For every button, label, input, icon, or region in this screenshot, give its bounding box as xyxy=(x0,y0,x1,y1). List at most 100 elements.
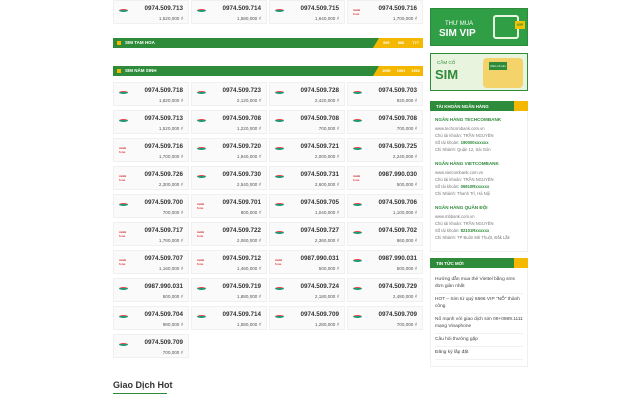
tab-1990[interactable]: 1990 xyxy=(382,69,390,73)
sim-card[interactable]: 0974.509.715 1,640,000 ₫ xyxy=(269,0,345,24)
sim-number[interactable]: 0974.509.708 xyxy=(300,115,339,122)
sim-card[interactable]: mobi fone 0974.509.707 1,160,000 ₫ xyxy=(113,250,189,274)
sim-card[interactable]: 0974.509.705 1,040,000 ₫ xyxy=(269,194,345,218)
sim-number[interactable]: 0974.509.724 xyxy=(300,283,339,290)
sim-card[interactable]: 0974.509.724 2,180,000 ₫ xyxy=(269,278,345,302)
sim-number[interactable]: 0974.509.726 xyxy=(144,171,183,178)
sim-number[interactable]: 0974.509.722 xyxy=(222,227,261,234)
sim-card[interactable]: 0974.509.703 920,000 ₫ xyxy=(347,82,423,106)
sim-card[interactable]: 0974.509.725 2,240,000 ₫ xyxy=(347,138,423,162)
sim-number[interactable]: 0974.509.709 xyxy=(300,311,339,318)
bank-website[interactable]: www.techcombank.com.vn xyxy=(435,125,523,132)
sim-card[interactable]: 0974.509.729 2,480,000 ₫ xyxy=(347,278,423,302)
sim-number[interactable]: 0974.509.714 xyxy=(222,5,261,12)
sim-card[interactable]: 0974.509.713 1,520,000 ₫ xyxy=(113,110,189,134)
sim-card[interactable]: 0974.509.709 700,000 ₫ xyxy=(113,334,189,358)
sim-number[interactable]: 0974.509.727 xyxy=(300,227,339,234)
sim-card[interactable]: mobi fone 0974.509.716 1,700,000 ₫ xyxy=(347,0,423,24)
sim-number[interactable]: 0974.509.716 xyxy=(378,5,417,12)
sim-number[interactable]: 0974.509.709 xyxy=(378,311,417,318)
news-item-link[interactable]: Câu hỏi thường gặp xyxy=(435,334,523,347)
sim-number[interactable]: 0974.509.708 xyxy=(222,115,261,122)
news-item-link[interactable]: Nổ mạnh với giao dịch sim 09+0989.1111 m… xyxy=(435,314,523,334)
sim-card[interactable]: 0974.509.708 700,000 ₫ xyxy=(269,110,345,134)
tab-1992[interactable]: 1992 xyxy=(411,69,419,73)
sim-card[interactable]: 0974.509.731 2,600,000 ₫ xyxy=(269,166,345,190)
sim-number[interactable]: 0974.509.715 xyxy=(300,5,339,12)
sim-card[interactable]: 0974.509.704 980,000 ₫ xyxy=(113,306,189,330)
sim-card[interactable]: mobi fone 0987.990.031 500,000 ₫ xyxy=(269,250,345,274)
sim-number[interactable]: 0974.509.716 xyxy=(144,143,183,150)
sim-number[interactable]: 0974.509.713 xyxy=(144,115,183,122)
tab-1991[interactable]: 1991 xyxy=(397,69,405,73)
sim-number[interactable]: 0974.509.719 xyxy=(222,283,261,290)
news-item-link[interactable]: Hướng dẫn mua thẻ Viettel bằng sms đơn g… xyxy=(435,274,523,294)
tab-999[interactable]: 999 xyxy=(383,41,389,45)
sim-number[interactable]: 0987.990.031 xyxy=(300,255,339,262)
sim-number[interactable]: 0987.990.031 xyxy=(378,255,417,262)
sim-number[interactable]: 0974.509.708 xyxy=(378,115,417,122)
sim-card[interactable]: 0974.509.708 1,220,000 ₫ xyxy=(191,110,267,134)
sim-number[interactable]: 0974.509.702 xyxy=(378,227,417,234)
sim-number[interactable]: 0987.990.031 xyxy=(144,283,183,290)
sim-number[interactable]: 0974.509.709 xyxy=(144,339,183,346)
sim-number[interactable]: 0974.509.730 xyxy=(222,171,261,178)
sim-card[interactable]: mobi fone 0987.990.030 500,000 ₫ xyxy=(347,166,423,190)
sim-number[interactable]: 0974.509.705 xyxy=(300,199,339,206)
banner-buy-vip-sim[interactable]: THƯ MUA SIM VIP VIP xyxy=(430,8,528,46)
sim-card[interactable]: 0974.509.719 1,880,000 ₫ xyxy=(191,278,267,302)
sim-card[interactable]: 0974.509.709 700,000 ₫ xyxy=(347,306,423,330)
sim-card[interactable]: 0974.509.700 700,000 ₫ xyxy=(113,194,189,218)
bank-account-line: Số tài khoản: 82101Rxxxxxx xyxy=(435,227,523,234)
sim-card[interactable]: 0974.509.728 2,420,000 ₫ xyxy=(269,82,345,106)
news-item-link[interactable]: HOT – Sim tứ quý 6666 VIP "NỔ" thành côn… xyxy=(435,294,523,314)
sim-card[interactable]: mobi fone 0974.509.716 1,700,000 ₫ xyxy=(113,138,189,162)
tab-777[interactable]: 777 xyxy=(412,41,418,45)
sim-number[interactable]: 0974.509.704 xyxy=(144,311,183,318)
sim-card[interactable]: 0974.509.721 2,000,000 ₫ xyxy=(269,138,345,162)
sim-card[interactable]: 0974.509.702 860,000 ₫ xyxy=(347,222,423,246)
sim-card[interactable]: 0974.509.730 2,540,000 ₫ xyxy=(191,166,267,190)
sim-card[interactable]: 0974.509.708 700,000 ₫ xyxy=(347,110,423,134)
sim-number[interactable]: 0974.509.703 xyxy=(378,87,417,94)
sim-card[interactable]: mobi fone 0974.509.717 1,760,000 ₫ xyxy=(113,222,189,246)
sim-number[interactable]: 0987.990.030 xyxy=(378,171,417,178)
sim-card[interactable]: mobi fone 0974.509.701 800,000 ₫ xyxy=(191,194,267,218)
tab-888[interactable]: 888 xyxy=(398,41,404,45)
sim-number[interactable]: 0974.509.712 xyxy=(222,255,261,262)
mobifone-logo-icon: mobi fone xyxy=(197,258,205,266)
banner-pawn-sim[interactable]: CẦM CỐ SIM Cầm cố sim xyxy=(430,53,528,91)
sim-number[interactable]: 0974.509.714 xyxy=(222,311,261,318)
sim-card[interactable]: 0974.509.718 1,820,000 ₫ xyxy=(113,82,189,106)
sim-card[interactable]: mobi fone 0974.509.722 2,060,000 ₫ xyxy=(191,222,267,246)
sim-number[interactable]: 0974.509.723 xyxy=(222,87,261,94)
sim-number[interactable]: 0974.509.721 xyxy=(300,143,339,150)
sim-number[interactable]: 0974.509.717 xyxy=(144,227,183,234)
sim-card[interactable]: 0974.509.720 1,940,000 ₫ xyxy=(191,138,267,162)
sim-number[interactable]: 0974.509.718 xyxy=(144,87,183,94)
sim-card[interactable]: mobi fone 0974.509.712 1,460,000 ₫ xyxy=(191,250,267,274)
sim-number[interactable]: 0974.509.720 xyxy=(222,143,261,150)
sim-card[interactable]: 0974.509.709 1,280,000 ₫ xyxy=(269,306,345,330)
sim-card[interactable]: 0974.509.706 1,100,000 ₫ xyxy=(347,194,423,218)
sim-number[interactable]: 0974.509.731 xyxy=(300,171,339,178)
sim-number[interactable]: 0974.509.725 xyxy=(378,143,417,150)
sim-number[interactable]: 0974.509.728 xyxy=(300,87,339,94)
sim-card[interactable]: 0974.509.723 2,120,000 ₫ xyxy=(191,82,267,106)
sim-card[interactable]: 0974.509.713 1,520,000 ₫ xyxy=(113,0,189,24)
sim-number[interactable]: 0974.509.700 xyxy=(144,199,183,206)
sim-card[interactable]: 0987.990.031 500,000 ₫ xyxy=(113,278,189,302)
sim-card[interactable]: 0974.509.714 1,580,000 ₫ xyxy=(191,0,267,24)
news-item-link[interactable]: Đăng ký lắp đặt xyxy=(435,347,523,360)
sim-number[interactable]: 0974.509.729 xyxy=(378,283,417,290)
sim-number[interactable]: 0974.509.713 xyxy=(144,5,183,12)
sim-number[interactable]: 0974.509.707 xyxy=(144,255,183,262)
sim-card[interactable]: mobi fone 0974.509.726 2,300,000 ₫ xyxy=(113,166,189,190)
sim-number[interactable]: 0974.509.706 xyxy=(378,199,417,206)
bank-website[interactable]: www.mbbank.com.vn xyxy=(435,213,523,220)
sim-number[interactable]: 0974.509.701 xyxy=(222,199,261,206)
sim-card[interactable]: 0974.509.727 2,360,000 ₫ xyxy=(269,222,345,246)
bank-website[interactable]: www.vietcombank.com.vn xyxy=(435,169,523,176)
sim-card[interactable]: 0987.990.031 500,000 ₫ xyxy=(347,250,423,274)
sim-card[interactable]: 0974.509.714 1,580,000 ₫ xyxy=(191,306,267,330)
